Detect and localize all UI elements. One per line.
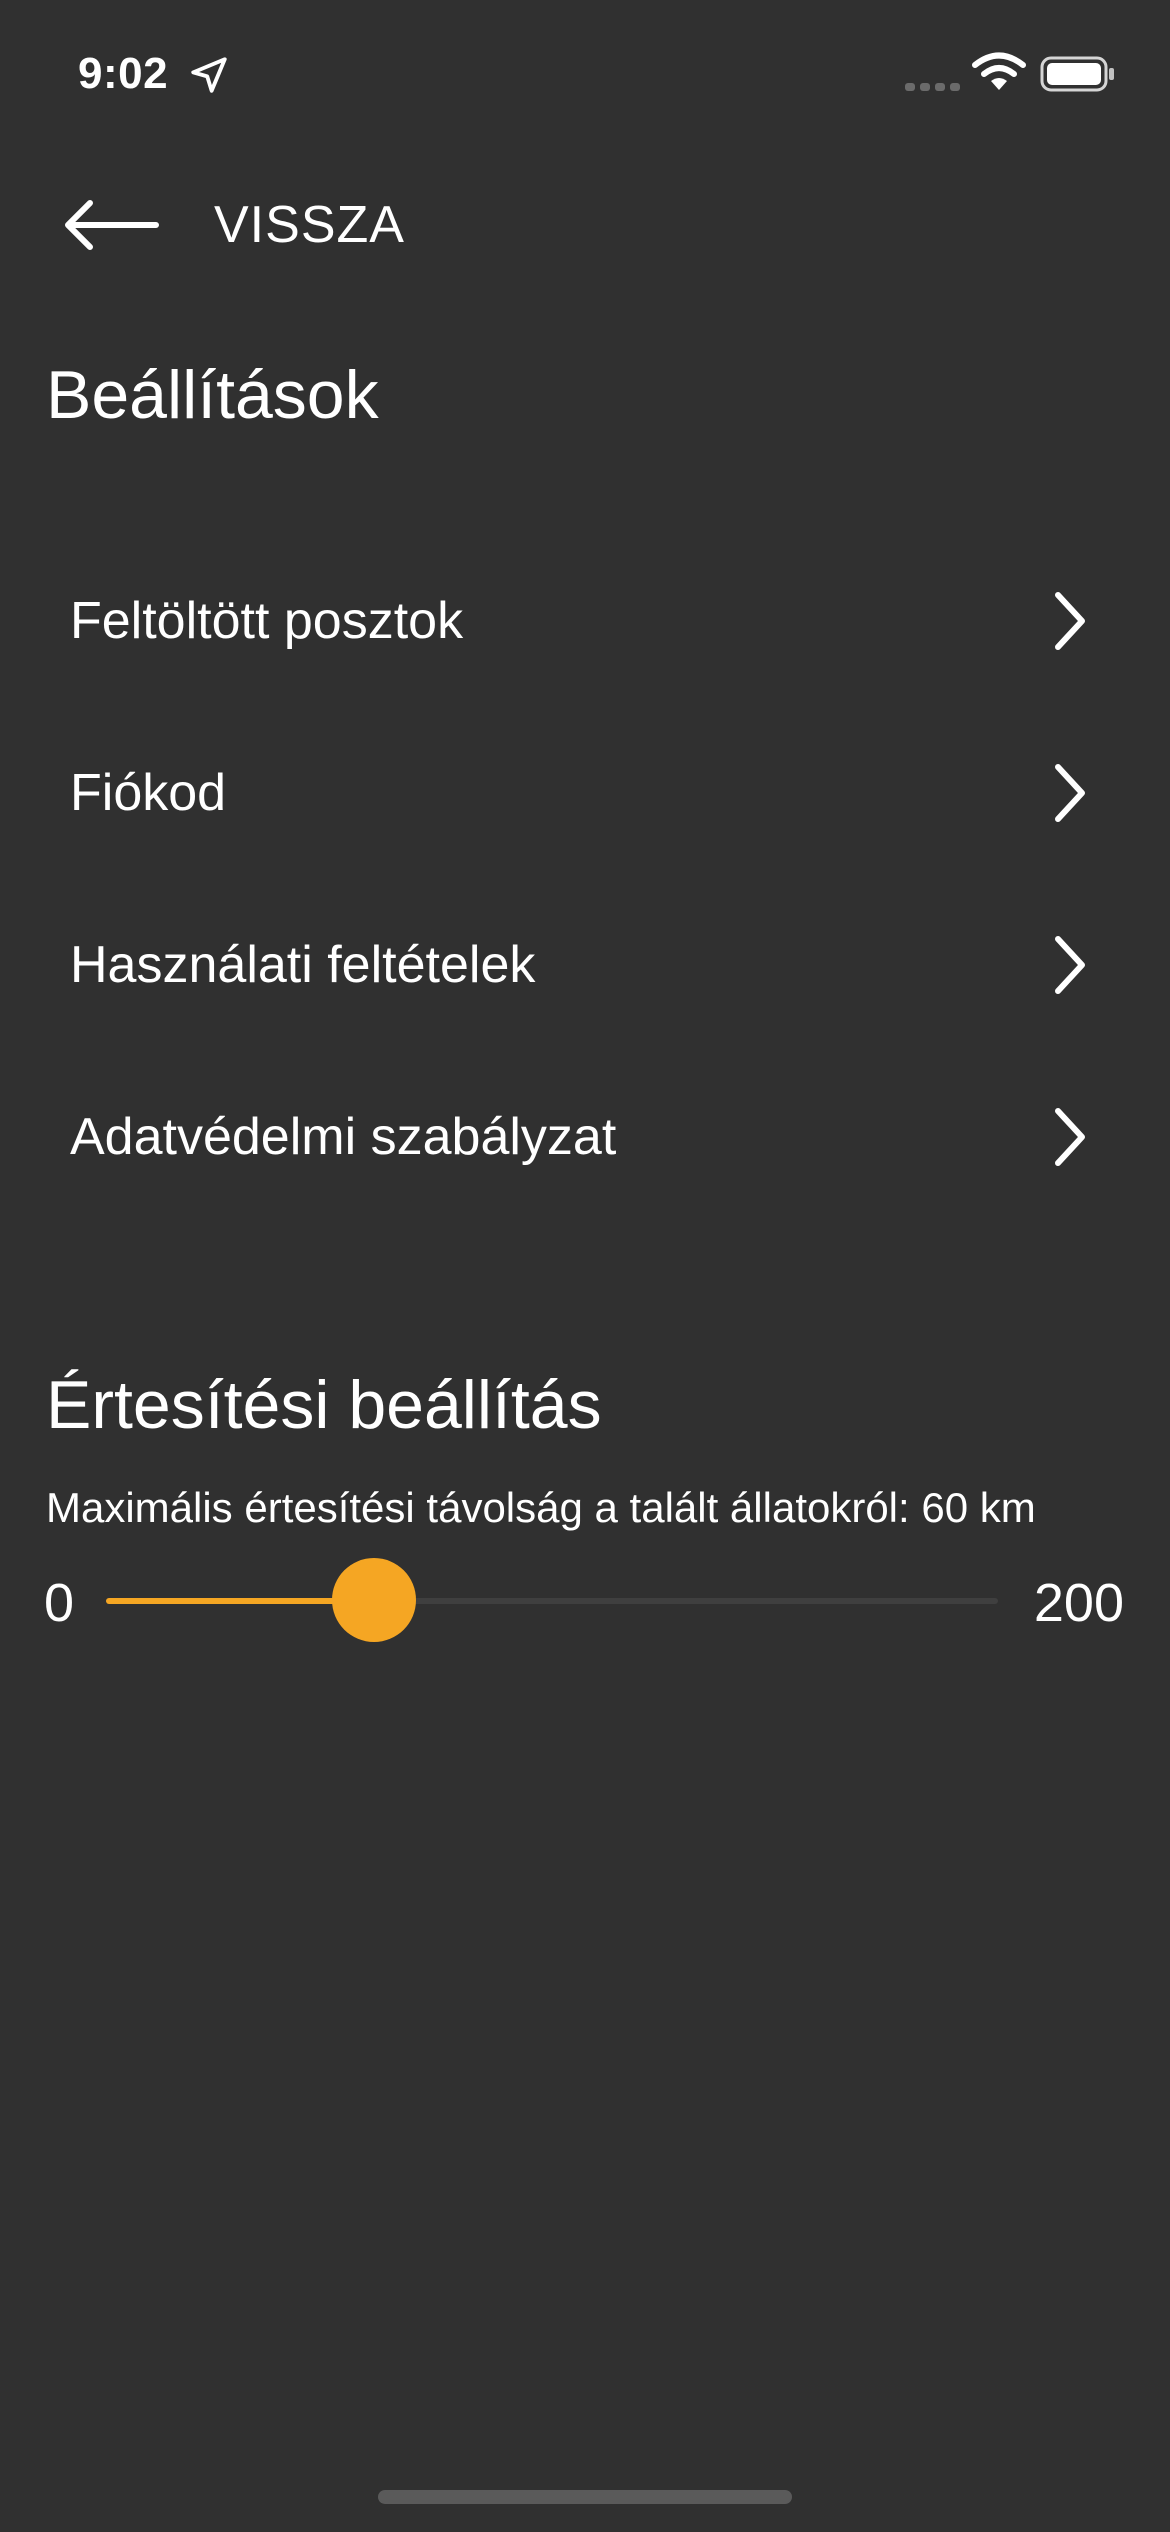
settings-menu: Feltöltött posztok Fiókod Használati fel… (0, 535, 1170, 1223)
page-title: Beállítások (46, 357, 379, 433)
menu-item-privacy-policy[interactable]: Adatvédelmi szabályzat (0, 1051, 1170, 1223)
chevron-right-icon (1055, 764, 1085, 822)
location-arrow-icon (191, 57, 227, 93)
menu-item-uploaded-posts[interactable]: Feltöltött posztok (0, 535, 1170, 707)
menu-item-account[interactable]: Fiókod (0, 707, 1170, 879)
cellular-signal-icon (905, 83, 960, 91)
back-button[interactable]: VISSZA (60, 180, 405, 270)
wifi-icon (972, 52, 1026, 90)
distance-slider[interactable] (106, 1558, 998, 1642)
chevron-right-icon (1055, 1108, 1085, 1166)
status-time: 9:02 (78, 49, 169, 98)
slider-min-label: 0 (44, 1573, 75, 1633)
menu-item-label: Feltöltött posztok (70, 592, 464, 650)
menu-item-label: Használati feltételek (70, 936, 536, 994)
chevron-right-icon (1055, 936, 1085, 994)
notification-section-title: Értesítési beállítás (46, 1367, 602, 1443)
menu-item-terms-of-use[interactable]: Használati feltételek (0, 879, 1170, 1051)
menu-item-label: Fiókod (70, 764, 227, 822)
battery-icon (1040, 56, 1114, 92)
chevron-right-icon (1055, 592, 1085, 650)
arrow-left-icon (65, 200, 159, 250)
notification-distance-text: Maximális értesítési távolság a talált á… (46, 1484, 1036, 1531)
slider-max-label: 200 (1033, 1573, 1124, 1633)
menu-item-label: Adatvédelmi szabályzat (70, 1108, 617, 1166)
back-label: VISSZA (214, 196, 405, 254)
slider-thumb[interactable] (331, 1558, 416, 1642)
home-indicator (378, 2490, 792, 2504)
